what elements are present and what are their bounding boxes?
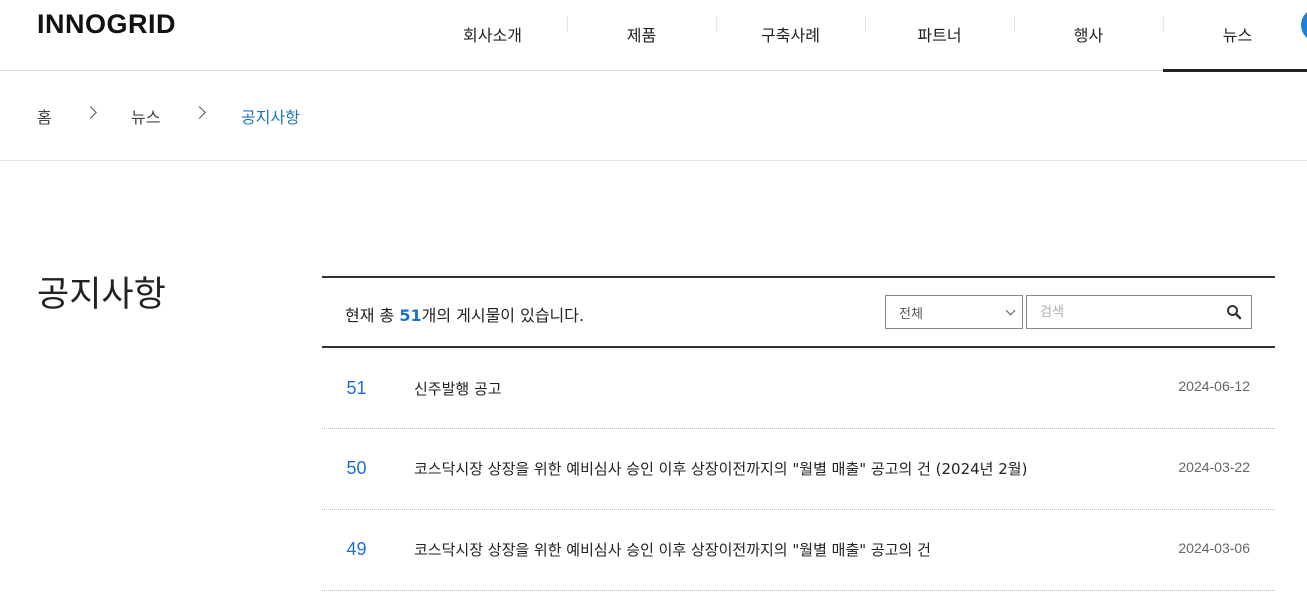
post-title-link[interactable]: 코스닥시장 상장을 위한 예비심사 승인 이후 상장이전까지의 "월별 매출" …: [414, 539, 931, 560]
post-number: 49: [346, 539, 367, 559]
post-date: 2024-06-12: [1178, 378, 1250, 394]
nav-item-events[interactable]: 행사: [1014, 0, 1163, 71]
breadcrumb-home[interactable]: 홈: [37, 104, 52, 128]
page-title: 공지사항: [37, 275, 166, 315]
post-row[interactable]: 51 신주발행 공고 2024-06-12: [322, 348, 1275, 429]
board-toolbar: 현재 총 51개의 게시물이 있습니다. 전체: [322, 276, 1275, 348]
breadcrumb: 홈 뉴스 공지사항: [0, 71, 1307, 161]
category-select[interactable]: 전체: [885, 295, 1023, 329]
search-box: [1026, 295, 1252, 329]
breadcrumb-news[interactable]: 뉴스: [131, 104, 160, 128]
post-date: 2024-03-22: [1178, 459, 1250, 475]
post-number: 50: [346, 458, 367, 478]
search-icon[interactable]: [1226, 304, 1242, 320]
notice-board: 현재 총 51개의 게시물이 있습니다. 전체 51 신주발행 공고 2024-…: [322, 276, 1275, 591]
post-title-link[interactable]: 코스닥시장 상장을 위한 예비심사 승인 이후 상장이전까지의 "월별 매출" …: [414, 458, 1027, 479]
chevron-right-icon: [193, 106, 206, 119]
post-row[interactable]: 50 코스닥시장 상장을 위한 예비심사 승인 이후 상장이전까지의 "월별 매…: [322, 429, 1275, 510]
post-title-link[interactable]: 신주발행 공고: [414, 378, 502, 399]
search-input[interactable]: [1027, 296, 1217, 328]
nav-item-partners[interactable]: 파트너: [865, 0, 1014, 71]
nav-item-products[interactable]: 제품: [567, 0, 716, 71]
chevron-down-icon: [1005, 305, 1016, 316]
innogrid-logo[interactable]: INNOGRID: [37, 9, 176, 40]
count-suffix: 개의 게시물이 있습니다.: [421, 306, 585, 325]
post-row[interactable]: 49 코스닥시장 상장을 위한 예비심사 승인 이후 상장이전까지의 "월별 매…: [322, 510, 1275, 591]
breadcrumb-current[interactable]: 공지사항: [241, 104, 300, 128]
post-count: 51: [399, 306, 422, 325]
count-prefix: 현재 총: [345, 306, 400, 325]
site-header: INNOGRID 회사소개 제품 구축사례 파트너 행사 뉴스: [0, 0, 1307, 72]
nav-item-news[interactable]: 뉴스: [1163, 0, 1307, 72]
category-select-value: 전체: [899, 307, 923, 322]
post-count-text: 현재 총 51개의 게시물이 있습니다.: [345, 302, 584, 326]
post-date: 2024-03-06: [1178, 540, 1250, 556]
main-nav: 회사소개 제품 구축사례 파트너 행사 뉴스: [418, 0, 1307, 72]
nav-item-company[interactable]: 회사소개: [418, 0, 567, 71]
nav-item-cases[interactable]: 구축사례: [716, 0, 865, 71]
post-number: 51: [346, 378, 367, 398]
chevron-right-icon: [84, 106, 97, 119]
